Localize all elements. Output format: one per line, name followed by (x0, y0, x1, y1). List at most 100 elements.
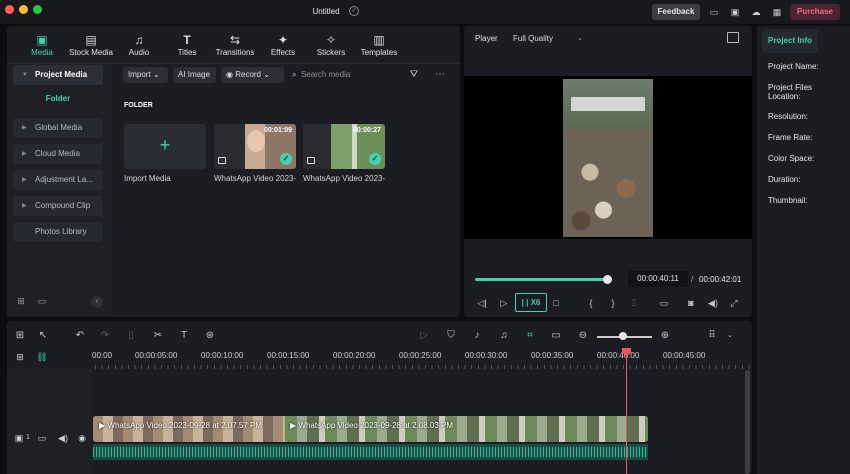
audio-detach-icon[interactable]: ⊛ (203, 329, 217, 343)
sidebar-item-global-media[interactable]: ▶ Global Media (13, 118, 103, 138)
tab-stock-media[interactable]: ▤ Stock Media (64, 32, 118, 62)
import-dropdown[interactable]: Import ⌄ (123, 67, 168, 83)
play-icon[interactable]: ▷ (497, 296, 511, 310)
playhead[interactable] (626, 348, 627, 474)
apps-grid-icon[interactable]: ▦ (771, 6, 783, 18)
media-clip-2[interactable]: 00:00:27 ✓ (303, 124, 385, 169)
sidebar-item-project-media[interactable]: ▼ Project Media (13, 65, 103, 85)
more-options-icon[interactable]: ⋯ (433, 67, 447, 83)
media-clip-1[interactable]: 00:01:09 ✓ (214, 124, 296, 169)
marker-shield-icon[interactable]: ⛉ (444, 329, 458, 343)
folder-icon[interactable]: ▭ (36, 296, 48, 308)
stock-media-icon: ▤ (85, 33, 97, 47)
sidebar-item-folder[interactable]: Folder (13, 94, 103, 103)
progress-handle[interactable] (603, 275, 612, 284)
tab-project-info[interactable]: Project Info (762, 29, 818, 53)
cloud-upload-icon[interactable]: ☁ (750, 6, 762, 18)
video-preview[interactable] (464, 76, 752, 239)
speed-button[interactable]: | | X6 (515, 293, 547, 312)
record-icon: ◉ (226, 70, 233, 79)
close-window-button[interactable] (5, 5, 14, 14)
track-visibility-icon[interactable]: ◉ (76, 432, 88, 444)
play-icon: ▶ (99, 421, 106, 430)
zoom-slider-handle[interactable] (619, 332, 627, 340)
render-preview-icon[interactable]: ▷ (417, 329, 431, 343)
import-media-tile[interactable]: + (124, 124, 206, 169)
save-icon[interactable]: ▣ (729, 6, 741, 18)
add-track-icon[interactable]: ⊞ (14, 351, 26, 363)
tab-effects[interactable]: ✦ Effects (256, 32, 310, 62)
layout-grid-icon[interactable]: ⊞ (13, 329, 27, 343)
tab-stickers[interactable]: ✧ Stickers (304, 32, 358, 62)
zoom-in-icon[interactable]: ⊕ (658, 329, 672, 343)
fullscreen-icon[interactable]: ⤢ (727, 296, 741, 310)
subtitle-icon[interactable]: ▭ (549, 329, 563, 343)
search-input[interactable]: ⌕ Search media (292, 67, 398, 83)
tab-templates[interactable]: ▥ Templates (352, 32, 406, 62)
timeline-audio-waveform[interactable] (93, 444, 648, 460)
mark-out-icon[interactable]: } (606, 296, 620, 310)
clip2-title: ▶ WhatsApp Video 2023-09-28 at 2.08.03 P… (290, 421, 454, 430)
text-edit-icon[interactable]: T (177, 329, 191, 343)
sidebar-item-photos-library[interactable]: Photos Library (13, 222, 103, 242)
filter-icon[interactable]: ⛛ (407, 67, 421, 83)
film-icon (218, 157, 226, 164)
track-header-area (7, 369, 92, 474)
zoom-window-button[interactable] (33, 5, 42, 14)
stop-icon[interactable]: □ (549, 296, 563, 310)
minimize-window-button[interactable] (19, 5, 28, 14)
display-icon[interactable]: ▭ (657, 296, 671, 310)
snapshot-view-icon[interactable] (727, 32, 739, 43)
sidebar-item-cloud-media[interactable]: ▶ Cloud Media (13, 144, 103, 164)
delete-icon[interactable]: ▯ (124, 329, 138, 343)
chevron-down-icon[interactable]: ⌄ (723, 329, 737, 343)
playback-progress[interactable] (475, 278, 607, 281)
timeline-scrollbar[interactable] (745, 370, 750, 474)
microphone-icon[interactable]: ♪ (470, 329, 484, 343)
voice-icon[interactable]: ♫ (497, 329, 511, 343)
tab-audio[interactable]: ♫ Audio (112, 32, 166, 62)
save-status-icon: ✓ (349, 6, 359, 16)
select-tool-icon[interactable]: ↖ (36, 329, 50, 343)
track-mute-icon[interactable]: ◀) (57, 432, 69, 444)
link-icon[interactable]: ⛓ (36, 351, 48, 363)
quality-dropdown[interactable]: Full Quality (513, 34, 553, 43)
camera-snapshot-icon[interactable]: ◙ (684, 296, 698, 310)
chevron-down-icon[interactable]: ⌄ (577, 34, 583, 42)
folder-heading: FOLDER (124, 102, 153, 109)
record-dropdown[interactable]: ◉ Record ⌄ (221, 67, 284, 83)
current-time[interactable]: 00:00:40:11 (628, 271, 688, 287)
waveform-bars (93, 447, 648, 457)
new-folder-icon[interactable]: ⊞ (15, 296, 27, 308)
step-back-icon[interactable]: ◁| (475, 296, 489, 310)
sidebar-item-adjustment-layer[interactable]: ▶ Adjustment La... (13, 170, 103, 190)
mark-in-icon[interactable]: { (584, 296, 598, 310)
track-folder-icon[interactable]: ▭ (36, 432, 48, 444)
zoom-out-icon[interactable]: ⊖ (576, 329, 590, 343)
sidebar-item-compound-clip[interactable]: ▶ Compound Clip (13, 196, 103, 216)
ruler-label: 00:00:25:00 (399, 351, 442, 360)
clip-duration: 00:01:09 (263, 127, 292, 134)
undo-icon[interactable]: ↶ (73, 329, 87, 343)
feedback-button[interactable]: Feedback (652, 4, 700, 20)
video-track-icon: ▣ (14, 433, 24, 443)
check-icon: ✓ (280, 153, 292, 165)
redo-icon[interactable]: ↷ (98, 329, 112, 343)
transitions-icon: ⇆ (229, 33, 241, 47)
collapse-sidebar-button[interactable]: ‹ (91, 296, 103, 308)
tab-titles[interactable]: T Titles (160, 32, 214, 62)
snap-magnet-icon[interactable]: ⌗ (523, 329, 537, 343)
split-icon[interactable]: ⌶ (627, 296, 641, 310)
cut-scissors-icon[interactable]: ✂ (151, 329, 165, 343)
purchase-button[interactable]: Purchase (790, 4, 840, 20)
tab-media[interactable]: ▣ Media (15, 32, 69, 62)
grid-view-icon[interactable]: ⠿ (705, 329, 719, 343)
ruler-label: 00:00:45:00 (663, 351, 706, 360)
tab-transitions[interactable]: ⇆ Transitions (208, 32, 262, 62)
layout-icon[interactable]: ▭ (708, 6, 720, 18)
clip1-title: ▶ WhatsApp Video 2023-09-28 at 2.07.57 P… (99, 421, 263, 430)
media-panel: ▣ Media ▤ Stock Media ♫ Audio T Titles ⇆ Tran… (7, 26, 460, 317)
volume-icon[interactable]: ◀) (706, 296, 720, 310)
ai-image-button[interactable]: AI Image (173, 67, 216, 83)
timeline-video-clip[interactable]: ▶ WhatsApp Video 2023-09-28 at 2.07.57 P… (93, 416, 648, 442)
